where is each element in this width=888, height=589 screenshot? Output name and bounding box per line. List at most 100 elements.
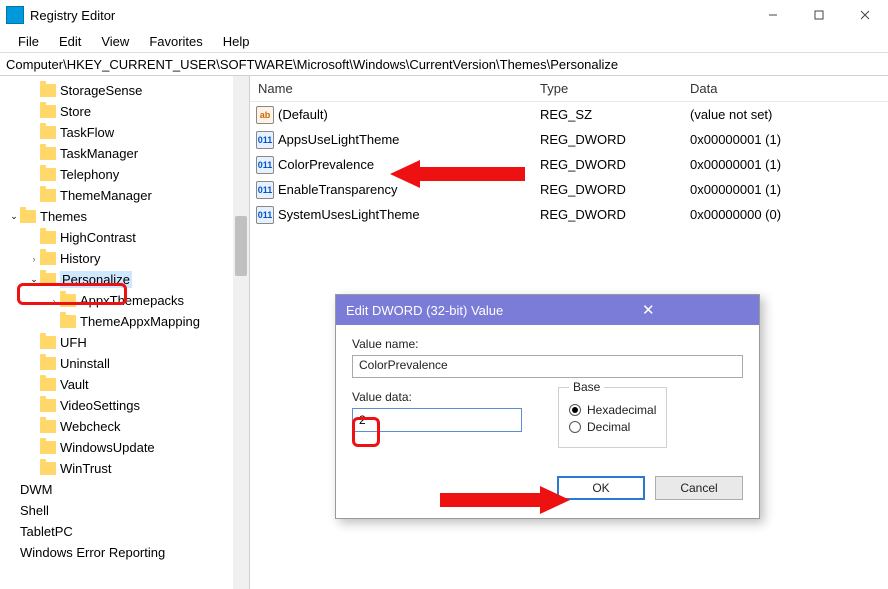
tree-item[interactable]: ⌄Themes (0, 206, 249, 227)
value-data: 0x00000001 (1) (690, 182, 888, 197)
folder-icon (40, 126, 56, 139)
tree-item[interactable]: UFH (0, 332, 249, 353)
radio-hex-label: Hexadecimal (587, 403, 656, 417)
folder-icon (40, 84, 56, 97)
folder-icon (40, 378, 56, 391)
tree-item[interactable]: StorageSense (0, 80, 249, 101)
folder-icon (40, 252, 56, 265)
tree-item[interactable]: ⌄Personalize (0, 269, 249, 290)
dialog-close-icon[interactable]: ✕ (548, 301, 750, 319)
folder-icon (40, 357, 56, 370)
tree-label: Webcheck (60, 419, 120, 434)
tree-item[interactable]: Store (0, 101, 249, 122)
ok-button[interactable]: OK (557, 476, 645, 500)
address-bar[interactable]: Computer\HKEY_CURRENT_USER\SOFTWARE\Micr… (0, 52, 888, 76)
folder-icon (60, 315, 76, 328)
value-data: 0x00000001 (1) (690, 157, 888, 172)
cancel-button[interactable]: Cancel (655, 476, 743, 500)
tree-label: Vault (60, 377, 89, 392)
string-value-icon: ab (256, 106, 274, 124)
tree-item[interactable]: Webcheck (0, 416, 249, 437)
tree-label: StorageSense (60, 83, 142, 98)
value-name: ColorPrevalence (278, 157, 374, 172)
tree-item[interactable]: › AppxThemepacks (0, 290, 249, 311)
value-data-label: Value data: (352, 390, 532, 404)
folder-icon (40, 399, 56, 412)
tree-item[interactable]: Shell (0, 500, 249, 521)
list-row[interactable]: 011ColorPrevalenceREG_DWORD0x00000001 (1… (250, 152, 888, 177)
dword-value-icon: 011 (256, 131, 274, 149)
folder-icon (40, 231, 56, 244)
tree-pane[interactable]: StorageSense Store TaskFlow TaskManager Tele… (0, 76, 250, 589)
value-data: (value not set) (690, 107, 888, 122)
tree-item[interactable]: Windows Error Reporting (0, 542, 249, 563)
maximize-button[interactable] (796, 0, 842, 30)
chevron-icon[interactable]: › (48, 296, 60, 306)
tree-item[interactable]: WinTrust (0, 458, 249, 479)
tree-label: TaskManager (60, 146, 138, 161)
chevron-icon[interactable]: › (28, 254, 40, 264)
col-header-data[interactable]: Data (690, 81, 888, 96)
tree-item[interactable]: ›History (0, 248, 249, 269)
tree-label: Store (60, 104, 91, 119)
tree-item[interactable]: Telephony (0, 164, 249, 185)
list-row[interactable]: ab(Default)REG_SZ(value not set) (250, 102, 888, 127)
tree-item[interactable]: Vault (0, 374, 249, 395)
tree-label: Uninstall (60, 356, 110, 371)
menu-file[interactable]: File (8, 32, 49, 51)
menubar: File Edit View Favorites Help (0, 30, 888, 52)
tree-item[interactable]: DWM (0, 479, 249, 500)
radio-hex[interactable]: Hexadecimal (569, 403, 656, 417)
list-row[interactable]: 011SystemUsesLightThemeREG_DWORD0x000000… (250, 202, 888, 227)
value-name-label: Value name: (352, 337, 743, 351)
dword-value-icon: 011 (256, 181, 274, 199)
menu-help[interactable]: Help (213, 32, 260, 51)
tree-scrollbar[interactable] (233, 76, 249, 589)
close-button[interactable] (842, 0, 888, 30)
regedit-icon (6, 6, 24, 24)
value-name-field[interactable]: ColorPrevalence (352, 355, 743, 378)
dword-value-icon: 011 (256, 156, 274, 174)
dialog-body: Value name: ColorPrevalence Value data: … (336, 325, 759, 518)
tree-item[interactable]: WindowsUpdate (0, 437, 249, 458)
radio-dec-label: Decimal (587, 420, 630, 434)
value-data: 0x00000000 (0) (690, 207, 888, 222)
tree-item[interactable]: Uninstall (0, 353, 249, 374)
value-data-input[interactable] (352, 408, 522, 432)
list-header: Name Type Data (250, 76, 888, 102)
menu-view[interactable]: View (91, 32, 139, 51)
radio-dec[interactable]: Decimal (569, 420, 656, 434)
tree-item[interactable]: HighContrast (0, 227, 249, 248)
scrollbar-thumb[interactable] (235, 216, 247, 276)
tree-item[interactable]: TaskFlow (0, 122, 249, 143)
tree-item[interactable]: ThemeAppxMapping (0, 311, 249, 332)
tree-label: TaskFlow (60, 125, 114, 140)
menu-favorites[interactable]: Favorites (139, 32, 212, 51)
tree-label: Shell (20, 503, 49, 518)
list-row[interactable]: 011AppsUseLightThemeREG_DWORD0x00000001 … (250, 127, 888, 152)
tree-label: AppxThemepacks (80, 293, 184, 308)
folder-icon (40, 105, 56, 118)
chevron-icon[interactable]: ⌄ (28, 274, 40, 285)
tree-item[interactable]: TabletPC (0, 521, 249, 542)
col-header-type[interactable]: Type (540, 81, 690, 96)
tree-label: HighContrast (60, 230, 136, 245)
dialog-titlebar[interactable]: Edit DWORD (32-bit) Value ✕ (336, 295, 759, 325)
tree-label: VideoSettings (60, 398, 140, 413)
folder-icon (40, 147, 56, 160)
menu-edit[interactable]: Edit (49, 32, 91, 51)
folder-icon (40, 336, 56, 349)
tree-item[interactable]: TaskManager (0, 143, 249, 164)
window-titlebar: Registry Editor (0, 0, 888, 30)
col-header-name[interactable]: Name (250, 81, 540, 96)
tree-item[interactable]: VideoSettings (0, 395, 249, 416)
tree-label: Telephony (60, 167, 119, 182)
value-name: (Default) (278, 107, 328, 122)
tree-label: UFH (60, 335, 87, 350)
minimize-button[interactable] (750, 0, 796, 30)
address-text: Computer\HKEY_CURRENT_USER\SOFTWARE\Micr… (6, 57, 618, 72)
radio-icon (569, 404, 581, 416)
list-row[interactable]: 011EnableTransparencyREG_DWORD0x00000001… (250, 177, 888, 202)
chevron-icon[interactable]: ⌄ (8, 211, 20, 222)
tree-item[interactable]: ThemeManager (0, 185, 249, 206)
